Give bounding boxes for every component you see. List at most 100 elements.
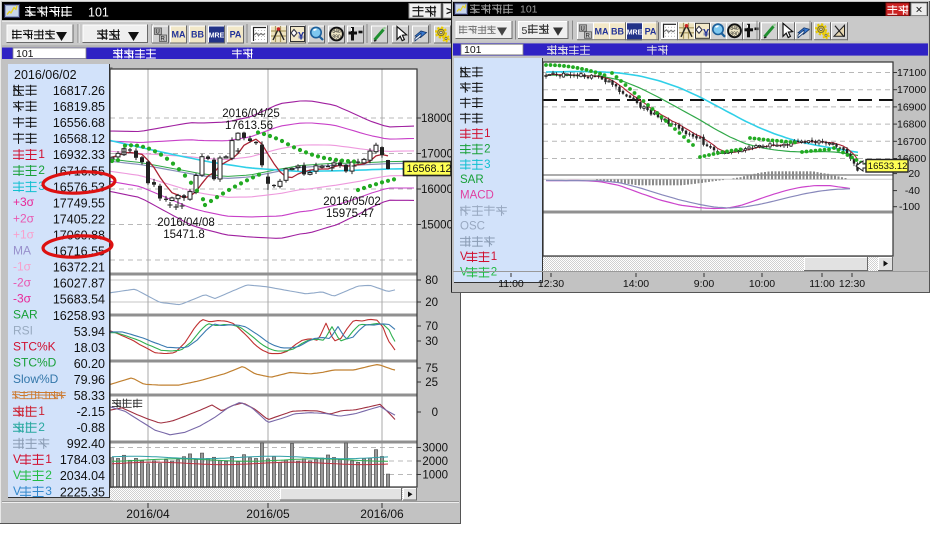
svg-text:R: R — [586, 33, 591, 39]
svg-text:9:00: 9:00 — [694, 278, 715, 290]
svg-text:70: 70 — [425, 321, 438, 333]
svg-text:SAR: SAR — [13, 308, 38, 322]
svg-text:-40: -40 — [905, 185, 920, 197]
svg-text:16900: 16900 — [897, 101, 926, 113]
svg-text:14:00: 14:00 — [623, 278, 649, 290]
svg-text:STC%K: STC%K — [13, 340, 56, 354]
svg-text:STC%D: STC%D — [13, 356, 57, 370]
svg-text:16819.85: 16819.85 — [53, 100, 105, 114]
svg-text:2225.35: 2225.35 — [60, 485, 105, 499]
svg-text:53.94: 53.94 — [74, 325, 105, 339]
svg-text:1: 1 — [45, 452, 52, 466]
svg-text:BB: BB — [191, 30, 204, 40]
svg-text:890: 890 — [730, 31, 739, 37]
svg-text:1: 1 — [484, 128, 490, 140]
svg-text:+2σ: +2σ — [13, 211, 35, 225]
svg-text:58.33: 58.33 — [74, 389, 105, 403]
svg-text:25: 25 — [425, 377, 438, 389]
svg-text:15975.47: 15975.47 — [326, 208, 374, 220]
svg-text:16556.68: 16556.68 — [53, 116, 105, 130]
svg-text:101: 101 — [464, 44, 482, 56]
svg-text:1000: 1000 — [422, 470, 448, 482]
svg-text:2016/05/02: 2016/05/02 — [323, 196, 381, 208]
svg-text:16372.21: 16372.21 — [53, 261, 105, 275]
svg-text:+1σ: +1σ — [13, 227, 35, 241]
svg-text:U: U — [581, 26, 585, 32]
svg-text:+3σ: +3σ — [13, 195, 35, 209]
svg-text:20: 20 — [908, 168, 920, 180]
svg-text:2: 2 — [491, 267, 497, 279]
svg-text:11:00: 11:00 — [809, 278, 835, 290]
svg-text:16533.12: 16533.12 — [868, 161, 908, 172]
svg-text:16700: 16700 — [897, 136, 926, 148]
svg-text:2: 2 — [484, 143, 490, 155]
svg-text:MRE: MRE — [627, 29, 643, 36]
svg-text:2016/05: 2016/05 — [246, 507, 290, 521]
svg-text:16568.12: 16568.12 — [407, 163, 452, 175]
svg-text:-3σ: -3σ — [13, 292, 32, 306]
svg-text:2: 2 — [45, 468, 52, 482]
svg-text:3: 3 — [484, 159, 490, 171]
svg-text:16800: 16800 — [897, 119, 926, 131]
svg-text:2016/06/02: 2016/06/02 — [14, 68, 77, 82]
svg-text:17749.55: 17749.55 — [53, 196, 105, 210]
svg-text:15471.8: 15471.8 — [163, 229, 205, 241]
svg-text:18000: 18000 — [421, 113, 453, 125]
svg-text:890: 890 — [332, 35, 341, 41]
svg-text:0: 0 — [432, 407, 438, 419]
svg-text:MRE: MRE — [209, 33, 225, 40]
svg-text:75: 75 — [425, 363, 438, 375]
svg-text:¥: ¥ — [298, 31, 305, 43]
svg-text:MA: MA — [13, 243, 31, 257]
svg-text:-0.88: -0.88 — [77, 421, 106, 435]
svg-text:MA: MA — [595, 26, 609, 36]
svg-text:Slow%D: Slow%D — [13, 372, 59, 386]
svg-text:5: 5 — [522, 25, 528, 37]
svg-text:15683.54: 15683.54 — [53, 293, 105, 307]
svg-text:17000: 17000 — [421, 149, 453, 161]
svg-text:1: 1 — [38, 147, 45, 161]
svg-text:12:30: 12:30 — [538, 278, 564, 290]
svg-text:18.03: 18.03 — [74, 341, 105, 355]
svg-text:15000: 15000 — [421, 220, 453, 232]
svg-text:¥: ¥ — [703, 27, 710, 39]
svg-text:992.40: 992.40 — [67, 437, 105, 451]
svg-text:MA: MA — [172, 30, 186, 40]
svg-text:V: V — [13, 484, 21, 498]
svg-text:16817.26: 16817.26 — [53, 84, 105, 98]
svg-text:RSI: RSI — [13, 324, 33, 338]
svg-text:2016/04/08: 2016/04/08 — [157, 217, 215, 229]
svg-text:SAR: SAR — [460, 174, 484, 186]
svg-text:20: 20 — [425, 297, 438, 309]
svg-text:2016/06: 2016/06 — [360, 507, 404, 521]
svg-text:1: 1 — [38, 404, 45, 418]
svg-text:MACD: MACD — [460, 190, 494, 202]
svg-text:-1σ: -1σ — [13, 259, 32, 273]
svg-text:1784.03: 1784.03 — [60, 453, 105, 467]
svg-text:16568.12: 16568.12 — [53, 132, 105, 146]
svg-text:16027.87: 16027.87 — [53, 277, 105, 291]
svg-text:101: 101 — [520, 4, 538, 16]
svg-text:17613.56: 17613.56 — [225, 120, 273, 132]
svg-text:R: R — [161, 37, 166, 43]
svg-text:2000: 2000 — [422, 456, 448, 468]
svg-text:×: × — [915, 3, 922, 17]
svg-text:U: U — [156, 30, 160, 36]
svg-text:OSC: OSC — [460, 220, 485, 232]
svg-text:3000: 3000 — [422, 443, 448, 455]
svg-text:-100: -100 — [899, 201, 920, 213]
svg-text:17100: 17100 — [897, 67, 926, 79]
svg-text:16258.93: 16258.93 — [53, 309, 105, 323]
svg-text:30: 30 — [425, 336, 438, 348]
svg-text:PA: PA — [645, 26, 657, 36]
svg-text:12:30: 12:30 — [839, 278, 865, 290]
svg-text:BB: BB — [611, 26, 624, 36]
svg-text:101: 101 — [88, 6, 109, 20]
svg-text:11:00: 11:00 — [498, 278, 524, 290]
svg-text:2034.04: 2034.04 — [60, 469, 105, 483]
svg-text:10:00: 10:00 — [749, 278, 775, 290]
svg-text:-2σ: -2σ — [13, 276, 32, 290]
svg-text:16932.33: 16932.33 — [53, 148, 105, 162]
svg-text:2016/04: 2016/04 — [126, 507, 170, 521]
svg-text:2016/04/25: 2016/04/25 — [222, 108, 280, 120]
